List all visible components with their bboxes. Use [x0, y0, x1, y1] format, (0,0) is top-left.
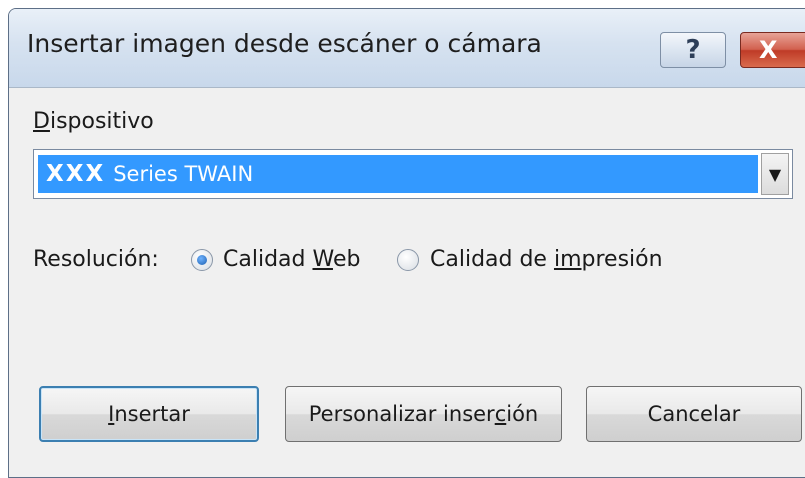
chevron-down-icon: ▼ [768, 164, 782, 184]
help-icon: ? [685, 35, 701, 65]
dialog-title: Insertar imagen desde escáner o cámara [27, 29, 542, 58]
radio-print-label-accesskey: im [553, 247, 582, 272]
custom-insert-button[interactable]: Personalizar inser c ión [285, 386, 562, 442]
radio-web-label-accesskey: W [312, 247, 333, 272]
radio-print-quality[interactable] [397, 249, 419, 271]
close-button[interactable]: X [740, 32, 805, 68]
device-select[interactable]: XXX Series TWAIN ▼ [33, 149, 793, 199]
help-button[interactable]: ? [660, 32, 726, 68]
radio-print-quality-label[interactable]: Calidad de impresión [430, 247, 663, 272]
radio-print-label-part: Calidad de [430, 247, 554, 272]
device-selected-value[interactable]: XXX Series TWAIN [38, 155, 758, 193]
radio-web-quality[interactable] [191, 249, 213, 271]
device-label-rest: ispositivo [49, 109, 154, 134]
insert-button[interactable]: Insertar [39, 386, 259, 442]
dropdown-arrow-button[interactable]: ▼ [761, 153, 789, 195]
device-prefix: XXX [46, 161, 106, 187]
insert-button-label: nsertar [114, 402, 190, 426]
custom-insert-label-part: Personalizar inser [308, 402, 495, 426]
custom-insert-label-part: ión [506, 402, 539, 426]
device-label: Dispositivo [33, 109, 154, 134]
dialog-window: Insertar imagen desde escáner o cámara ?… [8, 8, 805, 478]
resolution-label: Resolución: [33, 247, 159, 272]
radio-web-label-part: eb [332, 247, 361, 272]
close-icon: X [759, 36, 778, 64]
device-label-accesskey: D [33, 109, 50, 134]
radio-web-label-part: Calidad [223, 247, 313, 272]
radio-web-quality-label[interactable]: Calidad Web [223, 247, 360, 272]
title-bar[interactable]: Insertar imagen desde escáner o cámara ?… [9, 9, 805, 88]
radio-print-label-part: presión [581, 247, 663, 272]
custom-insert-accesskey: c [494, 402, 507, 426]
device-name: Series TWAIN [113, 162, 254, 186]
cancel-button[interactable]: Cancelar [586, 386, 802, 442]
